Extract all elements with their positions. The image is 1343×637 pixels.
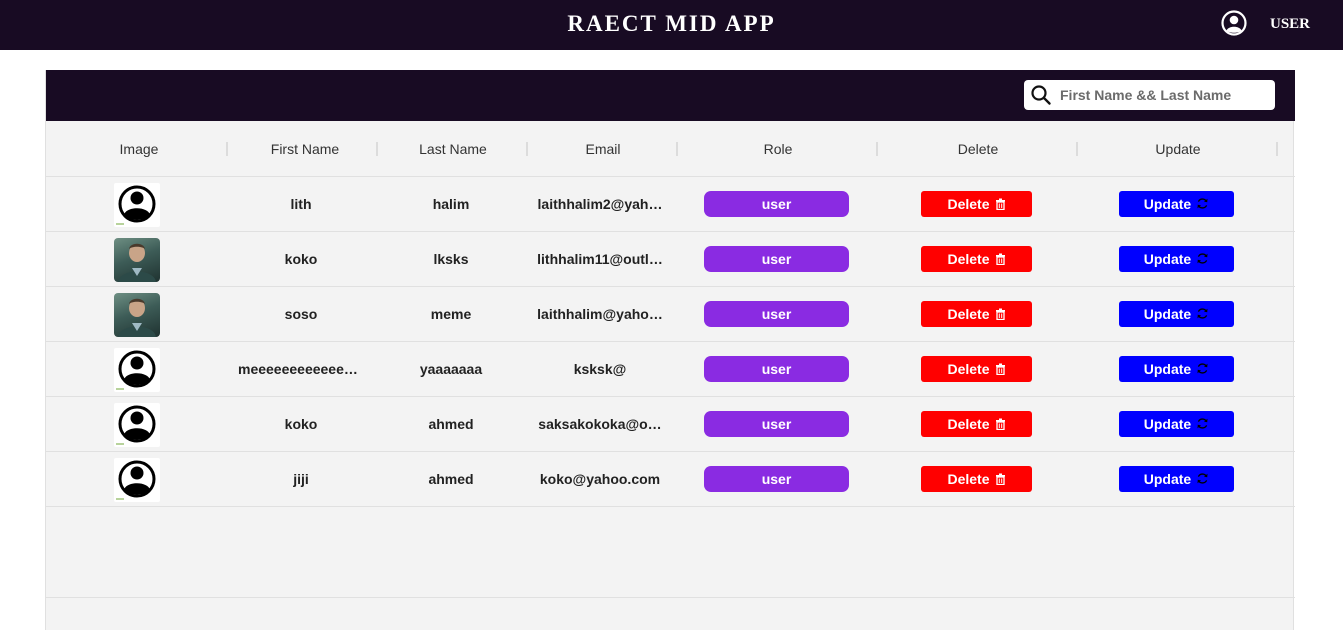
cell-first-name: lith — [290, 196, 312, 212]
delete-button-label: Delete — [947, 196, 990, 212]
cell-first-name: koko — [284, 251, 318, 267]
table-row[interactable]: lith halim laithhalim2@yah… user Delete Updat… — [46, 177, 1295, 232]
cell-email: saksakokoka@o… — [538, 416, 662, 432]
cell-last-name: halim — [432, 196, 470, 212]
delete-button-label: Delete — [947, 471, 990, 487]
update-button[interactable]: Update — [1119, 466, 1234, 492]
delete-button-label: Delete — [947, 251, 990, 267]
update-button[interactable]: Update — [1119, 246, 1234, 272]
refresh-icon — [1191, 416, 1209, 432]
cell-last-name: ahmed — [428, 471, 474, 487]
trash-icon — [990, 361, 1006, 377]
column-separator[interactable] — [1276, 142, 1278, 156]
cell-email: ksksk@ — [573, 361, 627, 377]
users-data-grid: Image First Name Last Name Email Role De… — [45, 70, 1295, 630]
delete-button[interactable]: Delete — [921, 466, 1032, 492]
default-avatar-icon — [114, 458, 160, 502]
column-separator[interactable] — [226, 142, 228, 156]
update-button-label: Update — [1143, 306, 1192, 322]
account-circle-icon[interactable] — [1221, 10, 1247, 36]
role-button[interactable]: user — [704, 246, 849, 272]
role-button[interactable]: user — [704, 466, 849, 492]
delete-button-label: Delete — [947, 361, 990, 377]
search-icon — [1031, 85, 1051, 105]
cell-email: lithhalim11@outl… — [537, 251, 663, 267]
user-label[interactable]: USER — [1270, 16, 1310, 33]
cell-email: laithhalim@yaho… — [537, 306, 663, 322]
update-button-label: Update — [1143, 416, 1192, 432]
delete-button[interactable]: Delete — [921, 191, 1032, 217]
update-button-label: Update — [1143, 471, 1192, 487]
table-row[interactable]: koko ahmed saksakokoka@o… user Delete Update — [46, 397, 1295, 452]
top-navbar: RAECT MID APP USER — [0, 0, 1343, 50]
update-button[interactable]: Update — [1119, 301, 1234, 327]
delete-button[interactable]: Delete — [921, 246, 1032, 272]
grid-toolbar — [46, 70, 1295, 121]
update-button[interactable]: Update — [1119, 411, 1234, 437]
update-button[interactable]: Update — [1119, 191, 1234, 217]
column-header-role[interactable]: Role — [678, 121, 878, 177]
delete-button[interactable]: Delete — [921, 411, 1032, 437]
update-button-label: Update — [1143, 251, 1192, 267]
refresh-icon — [1191, 196, 1209, 212]
grid-header-row: Image First Name Last Name Email Role De… — [46, 121, 1295, 177]
default-avatar-icon — [114, 348, 160, 392]
cell-last-name: ahmed — [428, 416, 474, 432]
grid-footer — [46, 597, 1295, 637]
table-row[interactable]: soso meme laithhalim@yaho… user Delete Update — [46, 287, 1295, 342]
search-input[interactable] — [1060, 84, 1265, 106]
delete-button-label: Delete — [947, 416, 990, 432]
column-header-delete[interactable]: Delete — [878, 121, 1078, 177]
cell-first-name: soso — [284, 306, 318, 322]
delete-button[interactable]: Delete — [921, 301, 1032, 327]
column-header-update[interactable]: Update — [1078, 121, 1278, 177]
table-row[interactable]: meeeeeeeeeeeee… yaaaaaaa ksksk@ user Delete U… — [46, 342, 1295, 397]
column-header-email[interactable]: Email — [528, 121, 678, 177]
role-button[interactable]: user — [704, 356, 849, 382]
cell-email: koko@yahoo.com — [539, 471, 661, 487]
trash-icon — [990, 416, 1006, 432]
refresh-icon — [1191, 251, 1209, 267]
cell-first-name: koko — [284, 416, 318, 432]
cell-last-name: meme — [430, 306, 472, 322]
role-button[interactable]: user — [704, 411, 849, 437]
update-button[interactable]: Update — [1119, 356, 1234, 382]
refresh-icon — [1191, 361, 1209, 377]
table-row[interactable]: jiji ahmed koko@yahoo.com user Delete Update — [46, 452, 1295, 507]
cell-last-name: yaaaaaaa — [419, 361, 483, 377]
role-button[interactable]: user — [704, 301, 849, 327]
update-button-label: Update — [1143, 361, 1192, 377]
refresh-icon — [1191, 306, 1209, 322]
delete-button[interactable]: Delete — [921, 356, 1032, 382]
column-header-last-name[interactable]: Last Name — [378, 121, 528, 177]
default-avatar-icon — [114, 183, 160, 227]
update-button-label: Update — [1143, 196, 1192, 212]
default-avatar-icon — [114, 403, 160, 447]
delete-button-label: Delete — [947, 306, 990, 322]
trash-icon — [990, 471, 1006, 487]
app-title: RAECT MID APP — [567, 11, 776, 36]
trash-icon — [990, 306, 1006, 322]
cell-first-name: meeeeeeeeeeeee… — [238, 361, 366, 377]
column-header-first-name[interactable]: First Name — [232, 121, 378, 177]
refresh-icon — [1191, 471, 1209, 487]
trash-icon — [990, 196, 1006, 212]
user-photo — [114, 293, 160, 337]
search-box[interactable] — [1024, 80, 1275, 110]
cell-email: laithhalim2@yah… — [537, 196, 663, 212]
cell-last-name: lksks — [433, 251, 469, 267]
trash-icon — [990, 251, 1006, 267]
role-button[interactable]: user — [704, 191, 849, 217]
table-row[interactable]: koko lksks lithhalim11@outl… user Delete Upda… — [46, 232, 1295, 287]
column-header-image[interactable]: Image — [46, 121, 232, 177]
user-photo — [114, 238, 160, 282]
cell-first-name: jiji — [293, 471, 309, 487]
